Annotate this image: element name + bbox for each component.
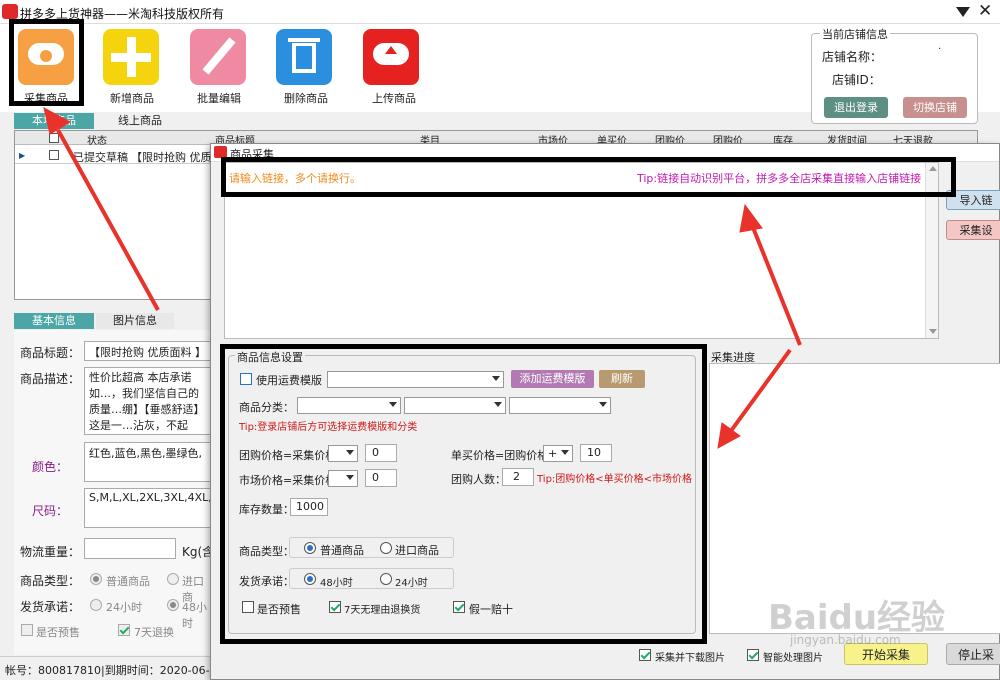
arrow-head-settings bbox=[717, 422, 741, 449]
arrow-to-collect bbox=[56, 129, 160, 311]
watermark-url: jingyan.baidu.com bbox=[790, 633, 901, 647]
arrow-to-link bbox=[750, 224, 802, 346]
annotation-arrows bbox=[43, 107, 802, 449]
arrow-head-collect bbox=[43, 107, 72, 135]
arrow-to-settings bbox=[726, 348, 792, 437]
watermark-brand: Baidu经验 bbox=[768, 598, 946, 638]
arrow-head-link bbox=[739, 203, 763, 233]
